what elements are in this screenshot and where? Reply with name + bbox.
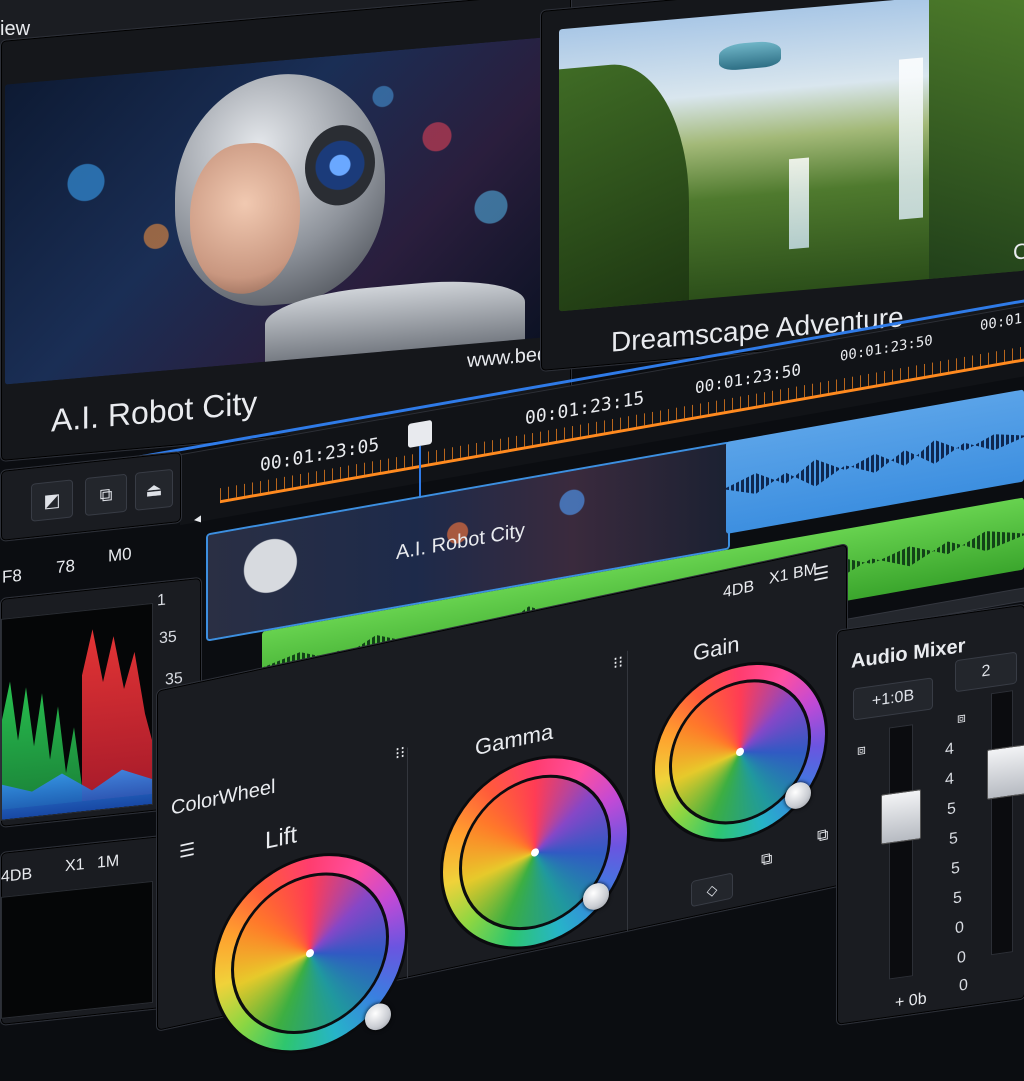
tool-label: 78 bbox=[56, 556, 75, 578]
mixer-scale: 5 bbox=[949, 829, 958, 849]
scope-display bbox=[1, 602, 153, 821]
fader-cap-2[interactable] bbox=[987, 744, 1024, 800]
mixer-solo-icon[interactable]: ⧈ bbox=[957, 709, 966, 727]
wheel-label-lift: Lift bbox=[265, 821, 298, 855]
lift-knob[interactable] bbox=[365, 1001, 391, 1033]
reset-icon[interactable]: ◇ bbox=[691, 872, 733, 908]
mixer-scale: 0 bbox=[955, 919, 964, 938]
lift-wheel[interactable] bbox=[215, 838, 405, 1069]
scope-scale: 35 bbox=[159, 628, 177, 648]
mixer-scale: 4 bbox=[945, 770, 954, 789]
colorwheel-title: ColorWheel bbox=[171, 775, 276, 820]
mixer-bottom-readout: + 0b bbox=[895, 990, 927, 1012]
bottom-left-panel: 4DB X1 1M bbox=[0, 834, 162, 1026]
meter-label: X1 bbox=[769, 566, 789, 588]
meter-label: 4DB bbox=[1, 865, 33, 886]
divider bbox=[407, 747, 408, 978]
mixer-scale: 0 bbox=[959, 976, 968, 995]
audio-mixer-panel: Audio Mixer +1:0B 2 4 4 5 5 5 5 0 0 0 ⧈ … bbox=[836, 603, 1024, 1026]
mixer-scale: 5 bbox=[947, 800, 956, 819]
tool-label: M0 bbox=[108, 544, 132, 566]
wheel-label-gamma: Gamma bbox=[475, 718, 554, 761]
meter-label: 4DB bbox=[723, 577, 755, 602]
bookmark-icon[interactable]: ⧉ bbox=[85, 473, 127, 517]
ruler-arrow-icon[interactable]: ◂ bbox=[194, 510, 201, 528]
meter-label: 1M bbox=[97, 852, 120, 872]
wheel-label-gain: Gain bbox=[693, 630, 740, 666]
grid-icon[interactable]: ⧉ bbox=[817, 826, 828, 846]
mixer-scale: 4 bbox=[945, 740, 954, 759]
mixer-scale: 5 bbox=[953, 889, 962, 908]
divider bbox=[627, 650, 628, 931]
tool-label: F8 bbox=[2, 565, 22, 587]
panel-menu-icon[interactable]: ⁝⁝ bbox=[395, 742, 405, 764]
mixer-channel-2-label: 2 bbox=[981, 662, 991, 681]
scope-scale: 1 bbox=[157, 591, 166, 610]
timecode: 00:01 bbox=[980, 310, 1023, 335]
video-clip-label: A.I. Robot City bbox=[396, 519, 525, 565]
flying-car-icon bbox=[719, 39, 781, 72]
gain-wheel[interactable] bbox=[655, 648, 825, 855]
hamburger-icon[interactable]: ☰ bbox=[179, 839, 195, 863]
fader-cap-1[interactable] bbox=[881, 789, 921, 845]
panel-menu-icon[interactable]: ⁝⁝ bbox=[613, 652, 623, 674]
mixer-gain-value: +1:0B bbox=[871, 687, 915, 710]
trim-icon[interactable]: ◩ bbox=[31, 479, 73, 522]
meter-label: X1 bbox=[65, 856, 85, 876]
eject-icon[interactable]: ⏏ bbox=[135, 468, 173, 511]
mixer-scale: 0 bbox=[957, 948, 966, 967]
grid-icon[interactable]: ⧉ bbox=[761, 850, 772, 870]
timecode: 00:01:23:50 bbox=[840, 332, 933, 365]
audio-mixer-title: Audio Mixer bbox=[851, 634, 966, 673]
fader-track-2[interactable] bbox=[991, 690, 1013, 956]
playhead-handle[interactable] bbox=[408, 419, 432, 449]
waveform bbox=[726, 419, 1024, 504]
meter-display bbox=[1, 880, 153, 1019]
gamma-wheel[interactable] bbox=[443, 740, 627, 964]
mixer-scale: 5 bbox=[951, 859, 960, 878]
mixer-gain-readout[interactable]: +1:0B bbox=[853, 677, 933, 721]
fader-track-1[interactable] bbox=[889, 724, 913, 980]
mixer-mute-icon[interactable]: ⧈ bbox=[857, 741, 866, 759]
